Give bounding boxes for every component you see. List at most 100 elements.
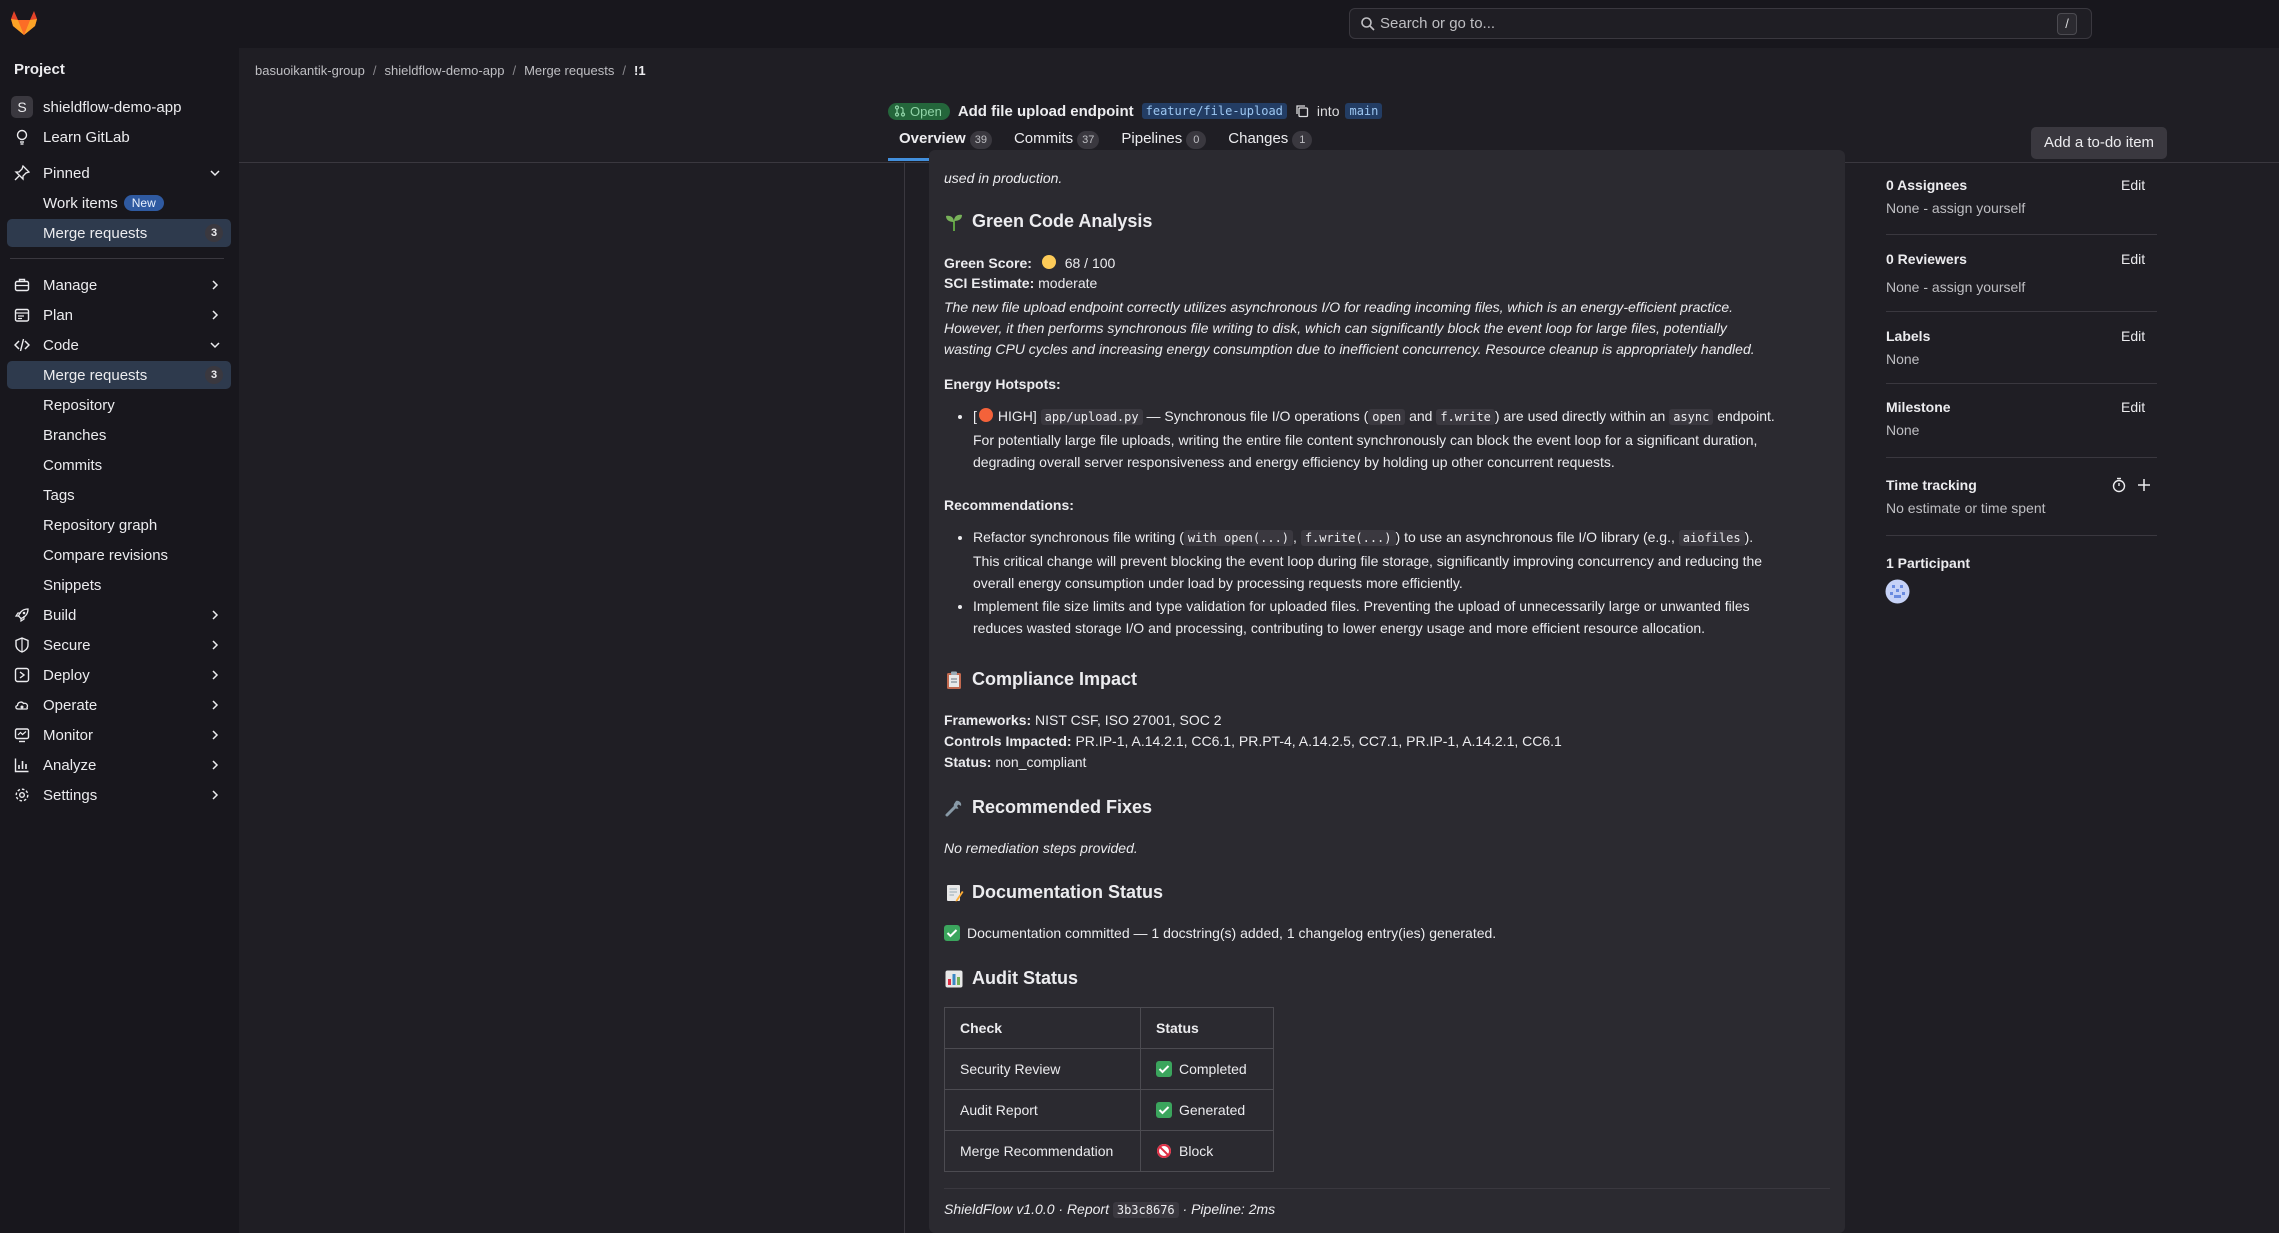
green-code-heading: Green Code Analysis — [944, 211, 1152, 232]
column-header-status: Status — [1140, 1007, 1274, 1049]
recommendations-list: Refactor synchronous file writing (with … — [958, 526, 1828, 640]
breadcrumb-group[interactable]: basuoikantik-group — [255, 63, 365, 78]
status-cell: Block — [1140, 1130, 1274, 1172]
section-heading-text: Audit Status — [972, 968, 1078, 988]
chevron-right-icon — [212, 730, 219, 740]
sidebar-item-snippets[interactable]: Snippets — [7, 571, 231, 599]
add-todo-button[interactable]: Add a to-do item — [2031, 127, 2167, 159]
sidebar-item-settings[interactable]: Settings — [7, 781, 231, 809]
breadcrumb-mr-id[interactable]: !1 — [634, 63, 646, 78]
sidebar-item-tags[interactable]: Tags — [7, 481, 231, 509]
avatar[interactable] — [1885, 579, 1910, 604]
controls-line: Controls Impacted: PR.IP-1, A.14.2.1, CC… — [944, 733, 1562, 749]
sidebar-divider — [1886, 311, 2157, 312]
sidebar-item-secure[interactable]: Secure — [7, 631, 231, 659]
sidebar-item-plan[interactable]: Plan — [7, 301, 231, 329]
deploy-icon — [14, 667, 30, 683]
search-input[interactable]: Search or go to... / — [1349, 8, 2092, 39]
compliance-heading: Compliance Impact — [944, 669, 1137, 690]
compliance-status-value: non_compliant — [995, 754, 1087, 770]
breadcrumb-merge-requests[interactable]: Merge requests — [524, 63, 614, 78]
chevron-right-icon — [212, 310, 219, 320]
project-name: shieldflow-demo-app — [43, 98, 182, 116]
reviewers-value[interactable]: None - assign yourself — [1886, 279, 2025, 295]
sidebar-item-code[interactable]: Code — [7, 331, 231, 359]
chevron-right-icon — [212, 670, 219, 680]
sidebar-item-label: Manage — [43, 276, 98, 294]
sidebar-item-pinned-merge-requests[interactable]: Merge requests 3 — [7, 219, 231, 247]
chevron-right-icon — [212, 700, 219, 710]
labels-title: Labels — [1886, 328, 1931, 344]
sidebar-item-compare-revisions[interactable]: Compare revisions — [7, 541, 231, 569]
list-item: Implement file size limits and type vali… — [973, 595, 1828, 640]
target-branch[interactable]: main — [1345, 103, 1383, 119]
seedling-icon — [946, 214, 962, 231]
sidebar-item-repository[interactable]: Repository — [7, 391, 231, 419]
frameworks-value: NIST CSF, ISO 27001, SOC 2 — [1035, 712, 1222, 728]
sidebar-item-project[interactable]: S shieldflow-demo-app — [7, 93, 231, 121]
breadcrumb-project[interactable]: shieldflow-demo-app — [384, 63, 504, 78]
sidebar-item-pinned[interactable]: Pinned — [7, 159, 231, 187]
table-row: Audit Report Generated — [944, 1089, 1274, 1131]
copy-icon[interactable] — [1295, 104, 1309, 118]
fixes-text: No remediation steps provided. — [944, 840, 1138, 856]
sidebar-item-repository-graph[interactable]: Repository graph — [7, 511, 231, 539]
sidebar-item-commits[interactable]: Commits — [7, 451, 231, 479]
time-tracking-value: No estimate or time spent — [1886, 500, 2046, 516]
sidebar-item-label: Analyze — [43, 756, 97, 774]
gitlab-logo-icon[interactable] — [10, 10, 38, 36]
chevron-right-icon — [212, 760, 219, 770]
breadcrumb-separator: / — [512, 63, 517, 78]
sidebar-item-operate[interactable]: Operate — [7, 691, 231, 719]
search-shortcut-key: / — [2057, 13, 2077, 35]
inline-code: f.write — [1436, 409, 1495, 425]
sidebar-item-monitor[interactable]: Monitor — [7, 721, 231, 749]
plus-icon[interactable] — [2136, 477, 2152, 493]
sidebar-item-deploy[interactable]: Deploy — [7, 661, 231, 689]
sidebar-heading: Project — [14, 61, 65, 78]
sidebar-item-label: Repository graph — [43, 516, 158, 534]
stopwatch-icon[interactable] — [2111, 477, 2127, 493]
inline-code: f.write(...) — [1300, 530, 1396, 546]
edit-reviewers-button[interactable]: Edit — [2121, 251, 2145, 267]
mr-title: Add file upload endpoint — [957, 102, 1134, 120]
sidebar-item-label: Code — [43, 336, 79, 354]
list-item: Refactor synchronous file writing (with … — [973, 526, 1828, 595]
count-badge: 3 — [205, 366, 223, 384]
sidebar-item-build[interactable]: Build — [7, 601, 231, 629]
tab-label: Commits — [1013, 130, 1074, 147]
sidebar-item-label: Plan — [43, 306, 74, 324]
source-branch[interactable]: feature/file-upload — [1141, 103, 1287, 119]
section-heading-text: Documentation Status — [972, 882, 1164, 902]
shield-icon — [15, 637, 29, 653]
sidebar-item-analyze[interactable]: Analyze — [7, 751, 231, 779]
inline-code: aiofiles — [1678, 530, 1745, 546]
tab-label: Changes — [1228, 130, 1289, 147]
chevron-right-icon — [212, 610, 219, 620]
sidebar-item-learn-gitlab[interactable]: Learn GitLab — [7, 123, 231, 151]
text: and — [1409, 408, 1433, 424]
sidebar-item-manage[interactable]: Manage — [7, 271, 231, 299]
text: For potentially large file uploads, writ… — [973, 431, 1758, 448]
sidebar-item-merge-requests[interactable]: Merge requests 3 — [7, 361, 231, 389]
sidebar-item-label: Snippets — [43, 576, 102, 594]
controls-value: PR.IP-1, A.14.2.1, CC6.1, PR.PT-4, A.14.… — [1075, 733, 1562, 749]
sidebar-item-branches[interactable]: Branches — [7, 421, 231, 449]
edit-assignees-button[interactable]: Edit — [2121, 177, 2145, 193]
clipboard-icon — [947, 671, 961, 689]
memo-icon — [947, 884, 964, 901]
into-label: into — [1316, 103, 1340, 119]
text: ) are used directly within an — [1494, 408, 1666, 424]
sidebar-item-work-items[interactable]: Work items New — [7, 189, 231, 217]
sidebar-item-label: Deploy — [43, 666, 90, 684]
inline-code: async — [1669, 409, 1714, 425]
briefcase-icon — [14, 278, 30, 292]
reviewers-title: 0 Reviewers — [1886, 251, 1967, 267]
edit-milestone-button[interactable]: Edit — [2121, 399, 2145, 415]
energy-hotspots-label: Energy Hotspots: — [944, 376, 1061, 392]
edit-labels-button[interactable]: Edit — [2121, 328, 2145, 344]
documentation-text: Documentation committed — 1 docstring(s)… — [967, 925, 1497, 941]
project-avatar: S — [11, 96, 33, 118]
status-badge: Open — [888, 102, 950, 120]
assignees-value[interactable]: None - assign yourself — [1886, 200, 2025, 216]
